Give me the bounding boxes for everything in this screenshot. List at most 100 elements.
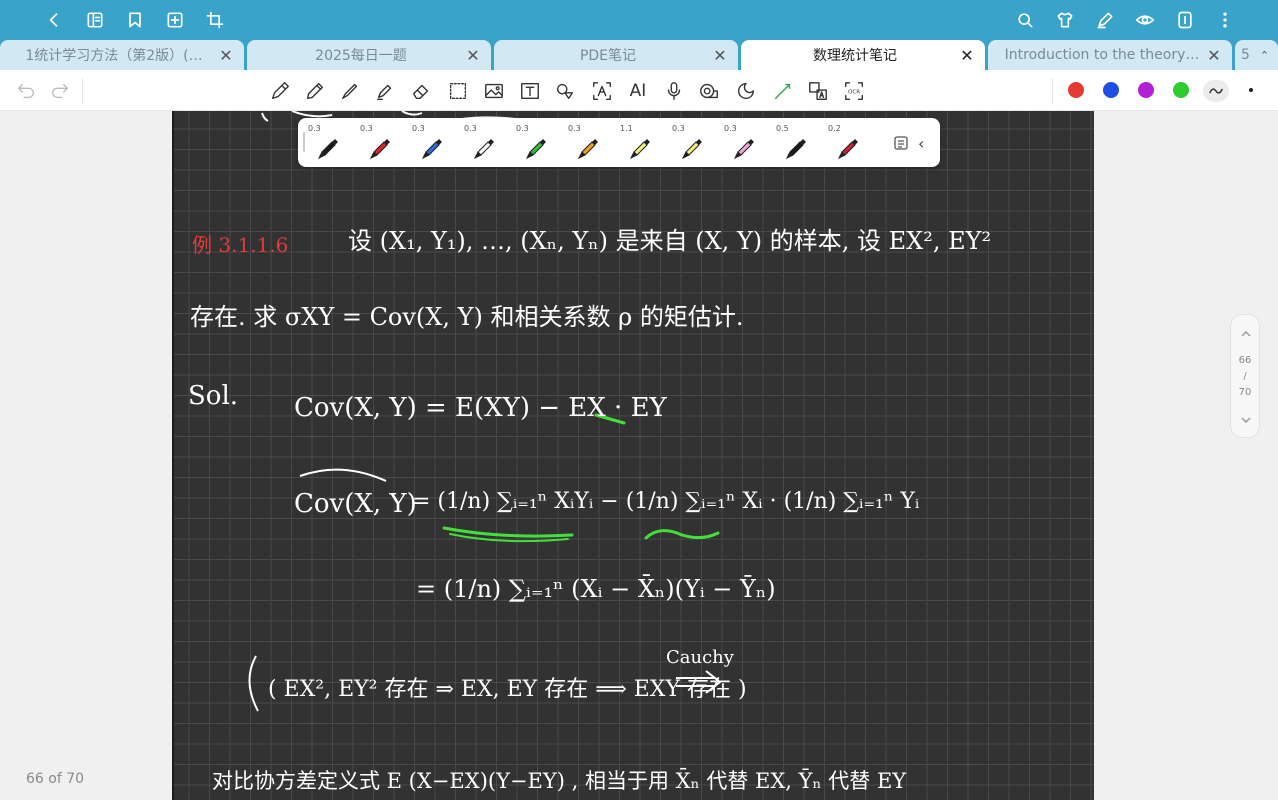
note-line-bottom: 对比协方差定义式 E (X−EX)(Y−EY) , 相当于用 X̄ₙ 代替 EX… (212, 769, 907, 793)
drag-handle[interactable] (303, 132, 305, 152)
equation-3: = (1/n) ∑ᵢ₌₁ⁿ (Xᵢ − X̄ₙ)(Yᵢ − Ȳₙ) (416, 575, 776, 603)
close-icon[interactable]: ✕ (218, 46, 234, 65)
pen-preset[interactable]: 0.2 (826, 122, 866, 162)
highlighter-icon[interactable] (373, 79, 397, 103)
stroke-style-icon[interactable] (1203, 80, 1229, 102)
pen-size-label: 1.1 (620, 124, 633, 133)
page-scroller[interactable]: 66 / 70 (1230, 314, 1260, 438)
tab-statistical-learning[interactable]: 1统计学习方法（第2版）(… ✕ (0, 40, 244, 70)
equation-1: Cov(X, Y) = E(XY) − EX · EY (294, 393, 667, 423)
canvas-margin-right (1094, 111, 1278, 800)
laser-pointer-icon[interactable] (771, 79, 795, 103)
pen-preset[interactable]: 0.3 (306, 122, 346, 162)
shape-icon[interactable] (553, 79, 577, 103)
theme-icon[interactable] (1053, 8, 1077, 32)
redo-icon[interactable] (48, 79, 72, 103)
pen-size-label: 0.3 (464, 124, 477, 133)
pen-preset[interactable]: 1.1 (618, 122, 658, 162)
pen-size-label: 0.2 (828, 124, 841, 133)
pen-list-icon[interactable] (893, 135, 909, 151)
tab-pde-notes[interactable]: PDE笔记 ✕ (494, 40, 738, 70)
pen-size-label: 0.3 (308, 124, 321, 133)
pen-size-label: 0.3 (724, 124, 737, 133)
pen-preset[interactable]: 0.3 (410, 122, 450, 162)
pen-icon (577, 139, 598, 160)
split-view-icon[interactable] (1173, 8, 1197, 32)
pen-preset[interactable]: 0.3 (358, 122, 398, 162)
pen-preset[interactable]: 0.3 (462, 122, 502, 162)
ocr-icon[interactable]: OCR (842, 79, 866, 103)
close-icon[interactable]: ✕ (712, 46, 728, 65)
pen-icon (421, 139, 442, 160)
back-icon[interactable] (42, 8, 66, 32)
equation-2-lhs: Cov(X, Y) (294, 489, 417, 519)
ocr-text-icon[interactable] (590, 79, 614, 103)
tab-label: 1统计学习方法（第2版）(… (25, 48, 203, 64)
tab-overflow[interactable]: 5 ⌃ (1235, 40, 1278, 70)
bookmark-icon[interactable] (123, 8, 147, 32)
color-swatch-blue[interactable] (1103, 82, 1119, 98)
pen-preset-bar: 0.3 0.3 0.3 0.3 0.3 0.3 1.1 0.3 0.3 0.5 0.2 ‹ (298, 118, 940, 167)
tab-label: 2025每日一题 (315, 48, 407, 64)
eraser-icon[interactable] (409, 79, 433, 103)
fountain-pen-icon[interactable] (268, 79, 292, 103)
pen-preset[interactable]: 0.3 (670, 122, 710, 162)
color-swatch-green[interactable] (1173, 82, 1189, 98)
ai-icon[interactable]: AI (626, 79, 650, 103)
close-icon[interactable]: ✕ (1206, 46, 1222, 65)
tool-row: AI OCR (0, 70, 1278, 111)
translate-icon[interactable] (806, 79, 830, 103)
search-icon[interactable] (1013, 8, 1037, 32)
pen-size-label: 0.3 (412, 124, 425, 133)
lasso-select-icon[interactable] (446, 79, 470, 103)
tape-icon[interactable] (697, 79, 721, 103)
tab-label: 5 (1241, 47, 1250, 63)
pen-preset[interactable]: 0.3 (514, 122, 554, 162)
pen-size-label: 0.3 (672, 124, 685, 133)
close-icon[interactable]: ✕ (465, 46, 481, 65)
outline-icon[interactable] (83, 8, 107, 32)
crop-icon[interactable] (203, 8, 227, 32)
collapse-chevron-icon[interactable]: ‹ (918, 134, 932, 153)
pen-preset[interactable]: 0.3 (566, 122, 606, 162)
stroke-size-dot[interactable] (1249, 88, 1253, 92)
undo-icon[interactable] (14, 79, 38, 103)
tab-label: Introduction to the theory… (1004, 47, 1200, 63)
pen-icon (525, 139, 546, 160)
note-line-2: 存在. 求 σXY = Cov(X, Y) 和相关系数 ρ 的矩估计. (190, 303, 744, 331)
image-icon[interactable] (482, 79, 506, 103)
pen-preset[interactable]: 0.3 (722, 122, 762, 162)
chevron-down-icon[interactable] (1239, 413, 1253, 427)
note-page[interactable]: 例 3.1.1.6 设 (X₁, Y₁), …, (Xₙ, Yₙ) 是来自 (X… (172, 111, 1094, 800)
pen-size-label: 0.3 (516, 124, 529, 133)
close-icon[interactable]: ✕ (959, 46, 975, 65)
svg-text:OCR: OCR (848, 89, 860, 95)
more-icon[interactable] (1213, 8, 1237, 32)
microphone-icon[interactable] (662, 79, 686, 103)
chevron-up-icon[interactable] (1239, 327, 1253, 341)
tab-daily-problem[interactable]: 2025每日一题 ✕ (247, 40, 491, 70)
pen-preset[interactable]: 0.5 (774, 122, 814, 162)
tab-statistics-notes[interactable]: 数理统计笔记 ✕ (741, 40, 985, 70)
text-box-icon[interactable] (518, 79, 542, 103)
tab-introduction-theory[interactable]: Introduction to the theory… ✕ (988, 40, 1232, 70)
sticker-icon[interactable] (734, 79, 758, 103)
view-icon[interactable] (1133, 8, 1157, 32)
pencil-icon[interactable] (303, 79, 327, 103)
divider (1052, 78, 1053, 104)
tab-strip: 1统计学习方法（第2版）(… ✕ 2025每日一题 ✕ PDE笔记 ✕ 数理统计… (0, 40, 1278, 70)
ballpoint-pen-icon[interactable] (338, 79, 362, 103)
chevron-up-icon: ⌃ (1259, 48, 1270, 62)
pen-size-label: 0.3 (568, 124, 581, 133)
pen-icon (473, 139, 494, 160)
add-page-icon[interactable] (163, 8, 187, 32)
color-swatch-purple[interactable] (1138, 82, 1154, 98)
pen-icon (785, 139, 806, 160)
pen-icon (629, 139, 650, 160)
pen-mode-icon[interactable] (1093, 8, 1117, 32)
page-counter: 66 of 70 (26, 771, 85, 787)
color-swatch-red[interactable] (1068, 82, 1084, 98)
tab-label: PDE笔记 (579, 48, 637, 64)
app-bar (0, 0, 1278, 40)
example-label: 例 3.1.1.6 (192, 233, 289, 257)
